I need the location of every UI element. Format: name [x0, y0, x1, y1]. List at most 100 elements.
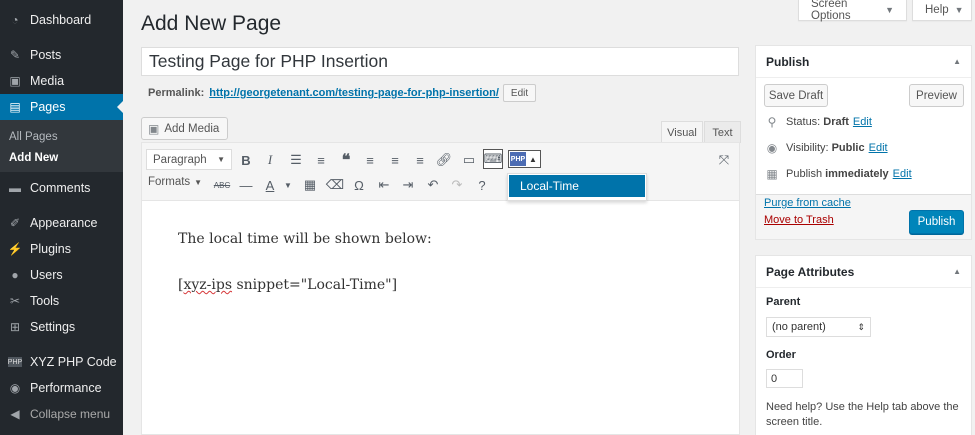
dashboard-icon: ◔ [11, 13, 19, 27]
parent-label: Parent [766, 296, 801, 308]
bold-icon[interactable]: B [236, 150, 256, 170]
save-draft-button[interactable]: Save Draft [764, 84, 828, 107]
undo-icon[interactable]: ↶ [423, 175, 443, 195]
collapse-menu-button[interactable]: ◀ Collapse menu [0, 401, 123, 427]
sidebar-item-users[interactable]: ● Users [0, 262, 123, 288]
caret-down-icon: ▼ [217, 155, 225, 164]
submenu-add-new[interactable]: Add New [9, 152, 58, 164]
indent-icon[interactable]: ⇥ [398, 175, 418, 195]
text-color-icon[interactable]: A [260, 175, 280, 195]
page-title: Add New Page [141, 12, 282, 35]
php-icon: PHP [510, 152, 526, 166]
link-icon[interactable]: 🔗︎ [434, 150, 454, 170]
select-arrows-icon: ⇕ [857, 321, 865, 332]
shortcode-misspelled-word: xyz-ips [183, 277, 233, 293]
blockquote-icon[interactable]: ❝ [336, 150, 356, 170]
sidebar-item-label: Collapse menu [30, 407, 111, 421]
purge-cache-link[interactable]: Purge from cache [764, 197, 851, 209]
publish-time-edit-link[interactable]: Edit [893, 168, 912, 180]
align-right-icon[interactable]: ≡ [410, 150, 430, 170]
sidebar-item-posts[interactable]: ✎ Posts [0, 42, 123, 68]
sidebar-item-pages[interactable]: ▤ Pages [0, 94, 123, 120]
screen-options-button[interactable]: Screen Options ▼ [798, 0, 907, 22]
fullscreen-icon[interactable]: ⤧ [714, 150, 734, 170]
parent-select-value: (no parent) [772, 321, 826, 333]
sidebar-item-xyz-php-code[interactable]: PHP XYZ PHP Code [0, 349, 123, 375]
toggle-up-icon[interactable]: ▲ [953, 267, 961, 276]
publish-box: Publish ▲ Save Draft Preview ⚲ Status: D… [755, 45, 972, 240]
sidebar-item-label: Appearance [30, 216, 98, 230]
editor-content[interactable]: The local time will be shown below: [xyz… [178, 231, 432, 323]
help-button[interactable]: Help ▼ [912, 0, 972, 21]
tab-visual[interactable]: Visual [661, 121, 703, 143]
help-icon[interactable]: ? [472, 175, 492, 195]
content-paragraph: The local time will be shown below: [178, 231, 432, 247]
title-input[interactable] [141, 47, 739, 76]
wrench-icon: ✂ [9, 294, 21, 308]
redo-icon[interactable]: ↷ [447, 175, 467, 195]
sidebar-item-label: Tools [30, 294, 60, 308]
preview-button[interactable]: Preview [909, 84, 964, 107]
permalink-row: Permalink: http://georgetenant.com/testi… [148, 84, 537, 102]
php-snippet-button[interactable]: PHP ▲ [508, 150, 541, 168]
dropdown-option-local-time[interactable]: Local-Time [509, 175, 645, 197]
move-to-trash-link[interactable]: Move to Trash [764, 214, 834, 226]
sidebar-item-dashboard[interactable]: ◔ Dashboard [0, 7, 123, 33]
sidebar-item-comments[interactable]: ▬ Comments [0, 175, 123, 201]
read-more-icon[interactable]: ▭ [459, 150, 479, 170]
page-attributes-header[interactable]: Page Attributes ▲ [756, 256, 971, 288]
visibility-label: Visibility: [786, 142, 829, 154]
comments-icon: ▬ [9, 181, 21, 195]
sidebar-item-appearance[interactable]: ✐ Appearance [0, 210, 123, 236]
align-center-icon[interactable]: ≡ [385, 150, 405, 170]
sidebar-item-settings[interactable]: ⊞ Settings [0, 314, 123, 340]
keyboard-icon[interactable]: ⌨ [483, 149, 503, 169]
caret-down-icon: ▼ [954, 5, 964, 15]
caret-down-icon[interactable]: ▼ [278, 175, 298, 195]
sidebar-item-label: XYZ PHP Code [30, 355, 117, 369]
formats-menu[interactable]: Formats ▼ [148, 176, 202, 188]
status-edit-link[interactable]: Edit [853, 116, 872, 128]
help-text: Need help? Use the Help tab above the sc… [766, 401, 959, 428]
paintbrush-icon: ✐ [9, 216, 21, 230]
caret-down-icon: ▼ [885, 5, 894, 15]
italic-icon[interactable]: I [260, 150, 280, 170]
php-icon: PHP [7, 357, 23, 367]
parent-select[interactable]: (no parent) ⇕ [766, 317, 871, 337]
publish-button[interactable]: Publish [909, 210, 964, 234]
sidebar-item-label: Settings [30, 320, 76, 334]
publish-box-header[interactable]: Publish ▲ [756, 46, 971, 78]
help-label: Help [925, 4, 949, 16]
permalink-label: Permalink: [148, 87, 205, 99]
permalink-url[interactable]: http://georgetenant.com/testing-page-for… [209, 87, 499, 99]
numbered-list-icon[interactable]: ≡ [311, 150, 331, 170]
paragraph-format-select[interactable]: Paragraph ▼ [146, 149, 232, 170]
align-left-icon[interactable]: ≡ [360, 150, 380, 170]
status-value: Draft [823, 116, 849, 128]
toggle-up-icon[interactable]: ▲ [953, 57, 961, 66]
special-character-icon[interactable]: Ω [349, 175, 369, 195]
order-label: Order [766, 349, 796, 361]
page-attributes-title: Page Attributes [766, 264, 855, 279]
plug-icon: ⚡ [7, 242, 23, 256]
performance-icon: ◉ [9, 381, 21, 395]
add-media-button[interactable]: ▣ Add Media [141, 117, 229, 140]
sidebar-item-performance[interactable]: ◉ Performance [0, 375, 123, 401]
paste-text-icon[interactable]: ▦ [300, 175, 320, 195]
visibility-edit-link[interactable]: Edit [869, 142, 888, 154]
sidebar-item-tools[interactable]: ✂ Tools [0, 288, 123, 314]
tab-text[interactable]: Text [704, 121, 741, 143]
permalink-edit-button[interactable]: Edit [502, 84, 537, 102]
order-input[interactable] [766, 369, 803, 388]
publish-time-row: ▦ Publish immediately Edit [764, 167, 912, 181]
sidebar-item-plugins[interactable]: ⚡ Plugins [0, 236, 123, 262]
clear-formatting-icon[interactable]: ⌫ [325, 175, 345, 195]
bullet-list-icon[interactable]: ☰ [286, 150, 306, 170]
sidebar-item-label: Posts [30, 48, 62, 62]
strikethrough-icon[interactable]: ABC [212, 175, 232, 195]
users-icon: ● [11, 268, 19, 282]
horizontal-line-icon[interactable]: — [236, 175, 256, 195]
submenu-all-pages[interactable]: All Pages [9, 131, 58, 143]
sidebar-item-media[interactable]: ▣ Media [0, 68, 123, 94]
outdent-icon[interactable]: ⇤ [374, 175, 394, 195]
